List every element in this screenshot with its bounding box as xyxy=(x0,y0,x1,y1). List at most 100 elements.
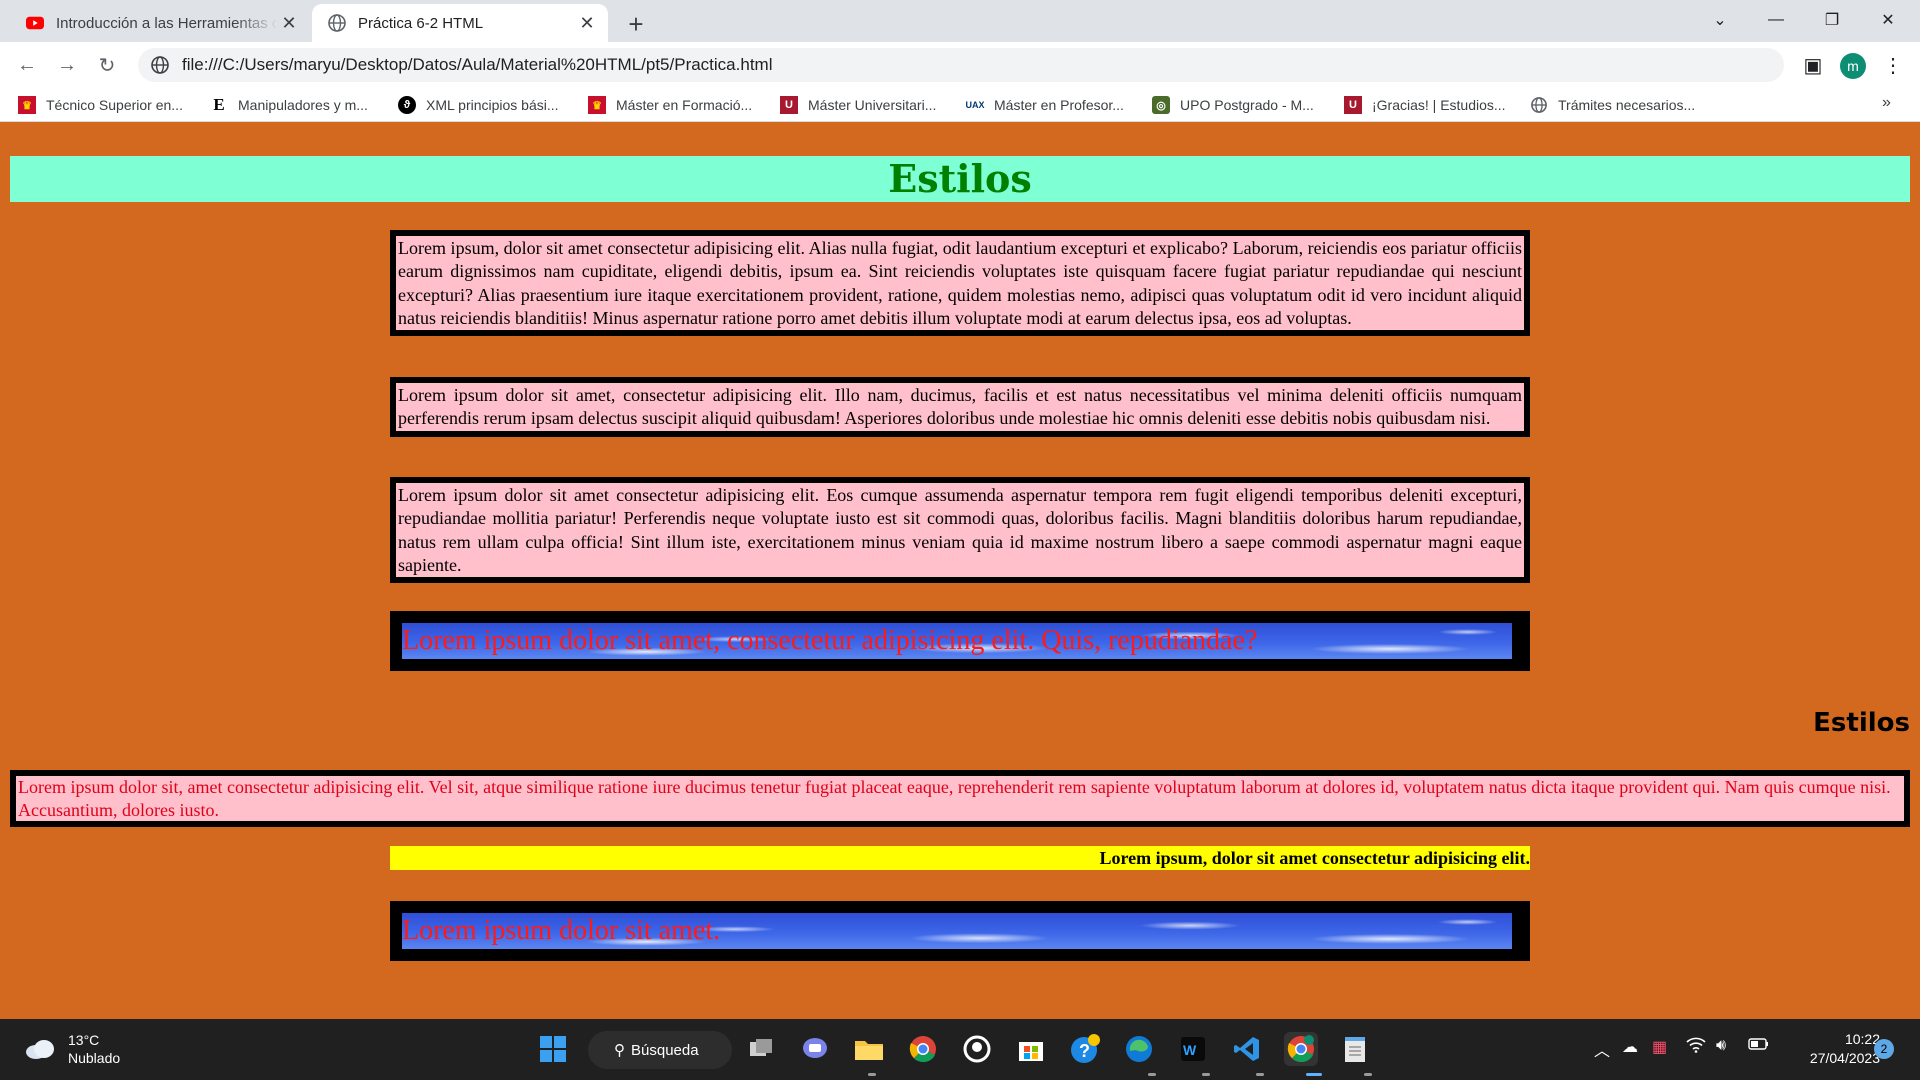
yellow-highlight-text: Lorem ipsum, dolor sit amet consectetur … xyxy=(390,846,1530,870)
uax-icon: UAX xyxy=(965,100,985,110)
bookmark-label: XML principios bási... xyxy=(426,97,559,113)
tab-title: Práctica 6-2 HTML xyxy=(358,14,484,32)
sky-banner: Lorem ipsum dolor sit amet, consectetur … xyxy=(390,611,1530,671)
running-indicator xyxy=(1202,1073,1210,1076)
tab-practica[interactable]: Práctica 6-2 HTML ✕ xyxy=(312,4,608,42)
vscode-icon[interactable] xyxy=(1230,1032,1264,1066)
bookmark-item[interactable]: ◎ UPO Postgrado - M... xyxy=(1152,94,1314,116)
bookmark-item[interactable]: U ¡Gracias! | Estudios... xyxy=(1344,94,1506,116)
bookmark-item[interactable]: U Máster Universitari... xyxy=(780,94,936,116)
bookmark-label: UPO Postgrado - M... xyxy=(1180,97,1314,113)
page-viewport: Estilos Lorem ipsum, dolor sit amet cons… xyxy=(0,123,1920,1019)
weather-description: Nublado xyxy=(68,1050,121,1066)
bookmark-item[interactable]: ϑ XML principios bási... xyxy=(398,94,559,116)
battery-icon[interactable] xyxy=(1748,1037,1770,1056)
page-heading: Estilos xyxy=(10,156,1910,202)
microsoft-store-icon[interactable] xyxy=(1014,1032,1048,1066)
new-tab-button[interactable]: + xyxy=(620,8,652,40)
file-explorer-icon[interactable] xyxy=(852,1032,886,1066)
notepad-icon[interactable] xyxy=(1338,1032,1372,1066)
bookmarks-bar: ♛ Técnico Superior en... E Manipuladores… xyxy=(0,88,1920,122)
university-icon: U xyxy=(1344,96,1362,114)
browser-toolbar: ← → ↻ file:///C:/Users/maryu/Desktop/Dat… xyxy=(0,42,1920,88)
more-bookmarks-icon[interactable]: » xyxy=(1882,94,1891,112)
webstorm-icon[interactable]: W xyxy=(1176,1032,1210,1066)
bookmark-item[interactable]: E Manipuladores y m... xyxy=(210,94,368,116)
forward-button[interactable]: → xyxy=(52,50,82,80)
bookmark-label: Técnico Superior en... xyxy=(46,97,183,113)
e-letter-icon: E xyxy=(213,95,225,114)
task-view-icon[interactable] xyxy=(744,1032,778,1066)
bookmark-item[interactable]: ♛ Técnico Superior en... xyxy=(18,94,183,116)
secondary-heading: Estilos xyxy=(1813,708,1910,738)
restore-button[interactable]: ❐ xyxy=(1804,0,1860,40)
close-window-button[interactable]: ✕ xyxy=(1860,0,1916,40)
red-paragraph: Lorem ipsum dolor sit, amet consectetur … xyxy=(10,770,1910,827)
spain-crest-icon: ♛ xyxy=(588,96,606,114)
tab-title: Introducción a las Herramientas de xyxy=(56,14,278,32)
address-bar[interactable]: file:///C:/Users/maryu/Desktop/Datos/Aul… xyxy=(138,48,1784,82)
svg-text:W: W xyxy=(1183,1042,1197,1058)
running-indicator xyxy=(868,1073,876,1076)
windows-taskbar: 13°C Nublado ⚲ Búsqueda ? W ︿ ☁ ▦ 🔊︎ 10:… xyxy=(0,1019,1920,1080)
edge-icon[interactable] xyxy=(1122,1032,1156,1066)
bookmark-label: ¡Gracias! | Estudios... xyxy=(1372,97,1506,113)
tab-youtube[interactable]: Introducción a las Herramientas de ✕ xyxy=(10,4,310,42)
bookmark-item[interactable]: Trámites necesarios... xyxy=(1530,94,1695,116)
sky-banner-text: Lorem ipsum dolor sit amet, consectetur … xyxy=(402,625,1258,656)
clock-date: 27/04/2023 xyxy=(1809,1050,1880,1066)
svg-text:?: ? xyxy=(1079,1041,1090,1061)
tab-search-icon[interactable]: ⌄ xyxy=(1692,0,1748,40)
weather-widget[interactable]: 13°C Nublado xyxy=(24,1031,120,1067)
globe-icon xyxy=(1530,96,1548,114)
volume-icon[interactable]: 🔊︎ xyxy=(1716,1037,1726,1055)
bookmark-label: Máster Universitari... xyxy=(808,97,937,113)
feather-icon: ϑ xyxy=(398,96,416,114)
menu-icon[interactable]: ⋮ xyxy=(1878,50,1908,80)
paragraph-box: Lorem ipsum dolor sit amet consectetur a… xyxy=(390,477,1530,584)
close-tab-icon[interactable]: ✕ xyxy=(278,12,300,34)
bookmark-label: Máster en Formació... xyxy=(616,97,753,113)
youtube-icon xyxy=(26,14,44,32)
chrome-active-icon[interactable] xyxy=(1284,1032,1318,1066)
wifi-icon[interactable] xyxy=(1686,1037,1706,1058)
close-tab-icon[interactable]: ✕ xyxy=(576,12,598,34)
tab-strip: Introducción a las Herramientas de ✕ Prá… xyxy=(0,0,1920,42)
url-text: file:///C:/Users/maryu/Desktop/Datos/Aul… xyxy=(182,55,773,74)
running-indicator xyxy=(1148,1073,1156,1076)
system-clock[interactable]: 10:22 27/04/2023 xyxy=(1780,1030,1880,1068)
active-indicator xyxy=(1306,1073,1322,1076)
paragraph-box: Lorem ipsum, dolor sit amet consectetur … xyxy=(390,230,1530,337)
upo-icon: ◎ xyxy=(1152,96,1170,114)
cloud-icon xyxy=(26,1040,54,1059)
help-icon[interactable]: ? xyxy=(1068,1032,1102,1066)
chevron-up-icon[interactable]: ︿ xyxy=(1594,1037,1610,1061)
github-desktop-icon[interactable] xyxy=(960,1032,994,1066)
taskbar-search[interactable]: ⚲ Búsqueda xyxy=(588,1031,732,1069)
search-label: Búsqueda xyxy=(631,1041,699,1059)
bookmark-item[interactable]: ♛ Máster en Formació... xyxy=(588,94,752,116)
onedrive-icon[interactable]: ☁ xyxy=(1622,1037,1638,1057)
minimize-button[interactable]: — xyxy=(1748,0,1804,40)
side-panel-icon[interactable]: ▣ xyxy=(1798,50,1828,80)
sky-banner: Lorem ipsum dolor sit amet. xyxy=(390,901,1530,961)
reload-button[interactable]: ↻ xyxy=(92,50,122,80)
chrome-icon[interactable] xyxy=(906,1032,940,1066)
university-icon: U xyxy=(780,96,798,114)
notification-badge[interactable]: 2 xyxy=(1874,1039,1894,1059)
spain-crest-icon: ♛ xyxy=(18,96,36,114)
site-info-icon[interactable] xyxy=(150,55,170,75)
clock-time: 10:22 xyxy=(1844,1031,1880,1047)
chat-icon[interactable] xyxy=(798,1032,832,1066)
app-tray-icon[interactable]: ▦ xyxy=(1652,1037,1667,1057)
weather-temperature: 13°C xyxy=(68,1032,100,1048)
search-icon: ⚲ xyxy=(614,1042,625,1059)
back-button[interactable]: ← xyxy=(12,50,42,80)
bookmark-item[interactable]: UAX Máster en Profesor... xyxy=(966,94,1124,116)
running-indicator xyxy=(1364,1073,1372,1076)
profile-avatar[interactable]: m xyxy=(1840,53,1866,79)
start-icon[interactable] xyxy=(536,1032,570,1066)
bookmark-label: Manipuladores y m... xyxy=(238,97,368,113)
running-indicator xyxy=(1256,1073,1264,1076)
bookmark-label: Trámites necesarios... xyxy=(1558,97,1696,113)
